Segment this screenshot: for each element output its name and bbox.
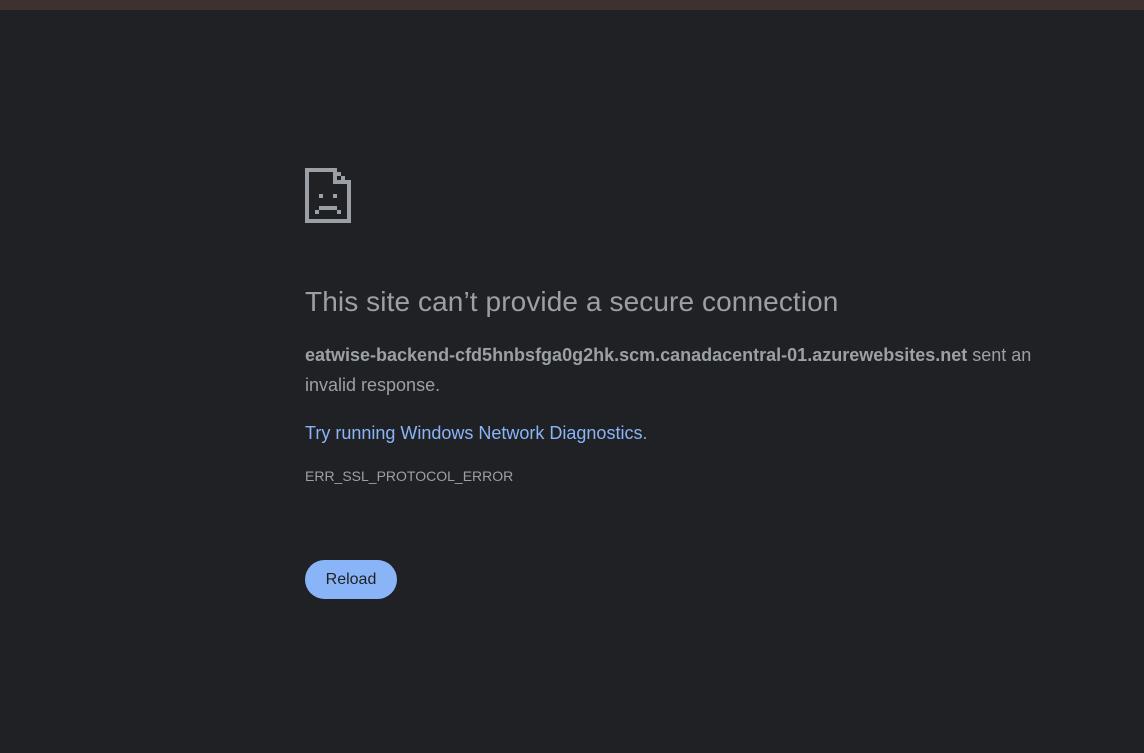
top-window-strip: [0, 0, 1144, 10]
error-page: This site can’t provide a secure connect…: [305, 168, 1065, 599]
host-name: eatwise-backend-cfd5hnbsfga0g2hk.scm.can…: [305, 345, 968, 365]
error-summary: eatwise-backend-cfd5hnbsfga0g2hk.scm.can…: [305, 340, 1065, 400]
reload-button[interactable]: Reload: [305, 560, 397, 599]
diagnostics-suggestion: Try running Windows Network Diagnostics.: [305, 418, 1065, 448]
sad-page-icon: [305, 168, 351, 223]
network-diagnostics-link[interactable]: Try running Windows Network Diagnostics: [305, 423, 642, 443]
suggestion-period: .: [642, 423, 648, 443]
error-title: This site can’t provide a secure connect…: [305, 286, 839, 317]
error-code: ERR_SSL_PROTOCOL_ERROR: [305, 468, 514, 484]
